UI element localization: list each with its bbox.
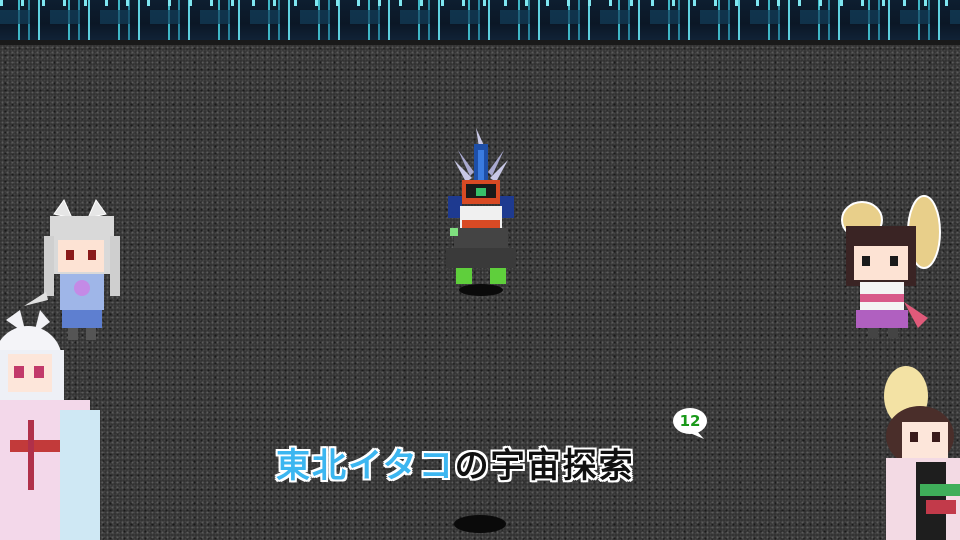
right-character-portrait [884,366,960,540]
dungeon-wall [0,0,960,45]
video-title: 東北イタコ の宇宙探索 [276,440,635,486]
left-character-portrait [0,310,100,540]
hero-sprite[interactable] [436,120,526,300]
title-blue-part: 東北イタコ [276,445,455,486]
title-white-part: の宇宙探索 [454,445,635,486]
floor-hole [454,515,506,533]
episode-bubble: 12 [670,406,710,440]
episode-number: 12 [679,412,701,430]
game-screen: 12 東北イタコ の宇宙探索 [0,0,960,540]
dark-haired-fox-girl-sprite[interactable] [832,194,944,344]
